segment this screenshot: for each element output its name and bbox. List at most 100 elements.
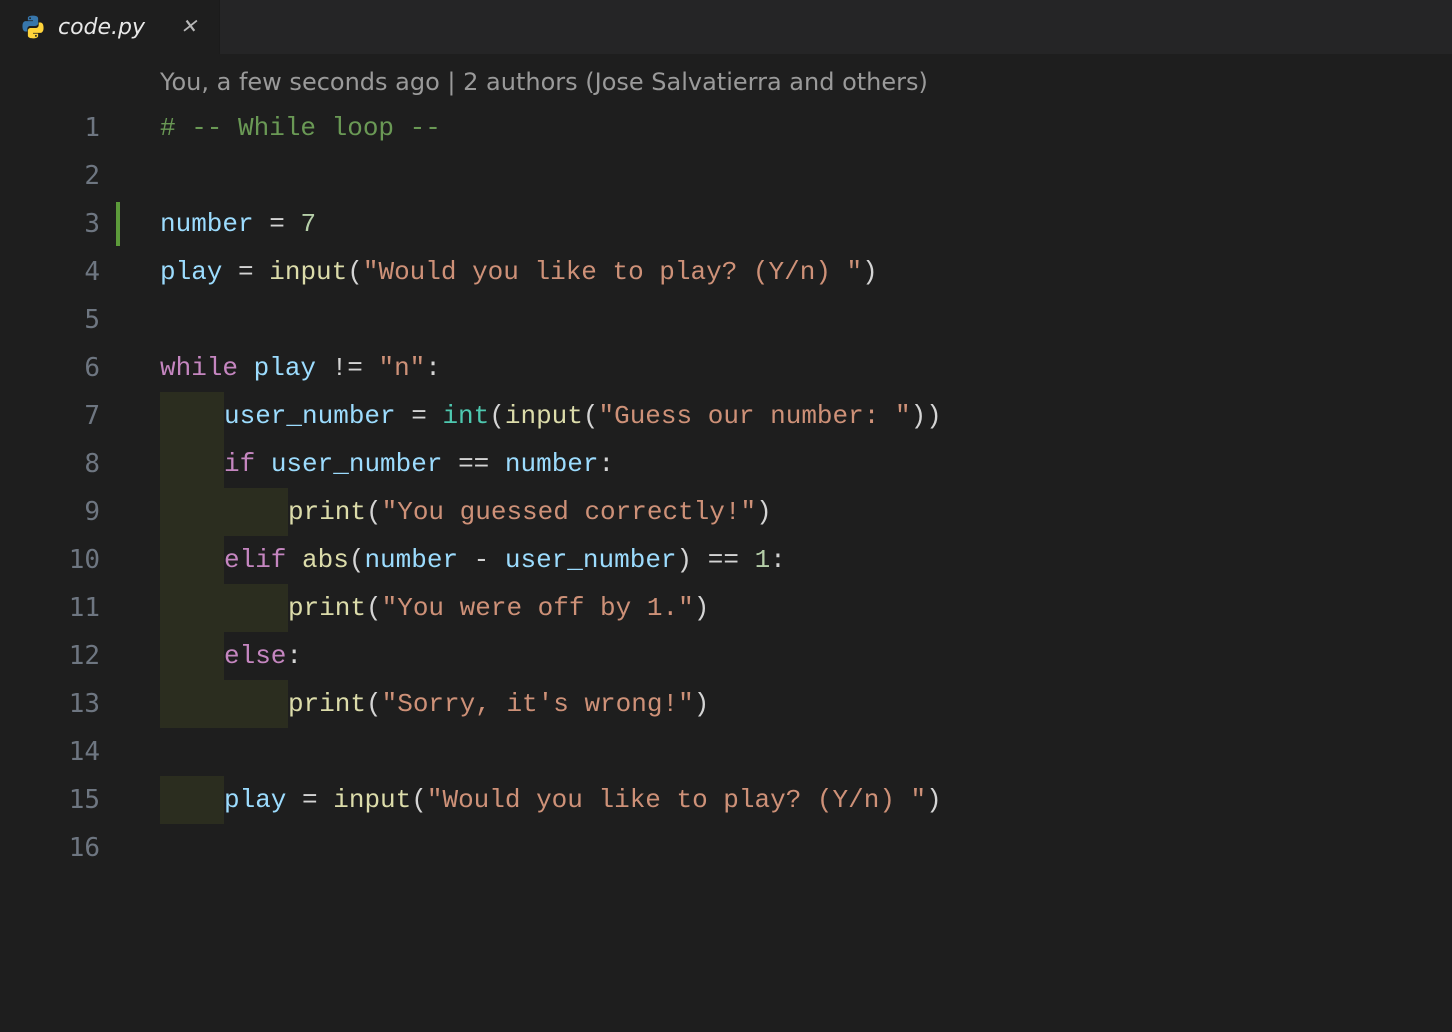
paren: ) (694, 680, 710, 728)
space (255, 440, 271, 488)
operator: - (458, 536, 505, 584)
operator: == (442, 440, 504, 488)
line-number: 9 (0, 488, 120, 536)
code-line[interactable]: 3 number = 7 (0, 200, 1452, 248)
builtin-func: abs (302, 536, 349, 584)
line-number: 15 (0, 776, 120, 824)
code-line[interactable]: 6 while play != "n": (0, 344, 1452, 392)
code-line[interactable]: 13 print("Sorry, it's wrong!") (0, 680, 1452, 728)
operator: = (222, 248, 269, 296)
builtin-type: int (442, 392, 489, 440)
paren: ) (694, 584, 710, 632)
line-number: 4 (0, 248, 120, 296)
operator: = (396, 392, 443, 440)
diff-highlight (160, 392, 224, 440)
identifier: play (224, 776, 286, 824)
operator: == (692, 536, 754, 584)
code-line[interactable]: 14 (0, 728, 1452, 776)
code-line[interactable]: 16 (0, 824, 1452, 872)
builtin-func: input (505, 392, 583, 440)
paren: ( (411, 776, 427, 824)
codelens-annotation[interactable]: You, a few seconds ago | 2 authors (Jose… (0, 54, 1452, 102)
diff-highlight (160, 776, 224, 824)
code-line[interactable]: 5 (0, 296, 1452, 344)
string-literal: "Would you like to play? (Y/n) " (427, 776, 926, 824)
paren: ( (366, 584, 382, 632)
identifier: user_number (271, 440, 443, 488)
keyword: while (160, 344, 238, 392)
code-line[interactable]: 9 print("You guessed correctly!") (0, 488, 1452, 536)
paren: ( (583, 392, 599, 440)
paren: ( (366, 488, 382, 536)
builtin-func: input (269, 248, 347, 296)
paren: ) (756, 488, 772, 536)
code-line[interactable]: 8 if user_number == number: (0, 440, 1452, 488)
tab-code-py[interactable]: code.py ✕ (0, 0, 220, 54)
identifier: number (160, 200, 254, 248)
code-line[interactable]: 2 (0, 152, 1452, 200)
paren: ) (862, 248, 878, 296)
close-icon[interactable]: ✕ (180, 17, 197, 37)
operator: != (316, 344, 378, 392)
string-literal: "Would you like to play? (Y/n) " (363, 248, 862, 296)
identifier: user_number (505, 536, 677, 584)
line-number: 16 (0, 824, 120, 872)
diff-highlight (160, 488, 288, 536)
space (238, 344, 254, 392)
code-line[interactable]: 11 print("You were off by 1.") (0, 584, 1452, 632)
line-number: 11 (0, 584, 120, 632)
paren: ( (349, 536, 365, 584)
line-number: 6 (0, 344, 120, 392)
code-line[interactable]: 10 elif abs(number - user_number) == 1: (0, 536, 1452, 584)
identifier: number (505, 440, 599, 488)
paren: ( (366, 680, 382, 728)
line-number: 10 (0, 536, 120, 584)
string-literal: "You were off by 1." (382, 584, 694, 632)
code-line[interactable]: 15 play = input("Would you like to play?… (0, 776, 1452, 824)
code-editor[interactable]: 1 # -- While loop -- 2 3 number = 7 4 pl… (0, 102, 1452, 872)
builtin-func: print (288, 488, 366, 536)
colon: : (425, 344, 441, 392)
code-line[interactable]: 4 play = input("Would you like to play? … (0, 248, 1452, 296)
diff-highlight (160, 632, 224, 680)
code-line[interactable]: 1 # -- While loop -- (0, 104, 1452, 152)
paren: ) (926, 776, 942, 824)
tab-filename: code.py (58, 15, 145, 40)
identifier: number (364, 536, 458, 584)
diff-highlight (160, 680, 288, 728)
number-literal: 7 (300, 200, 316, 248)
tab-bar: code.py ✕ (0, 0, 1452, 54)
line-number: 14 (0, 728, 120, 776)
colon: : (770, 536, 786, 584)
builtin-func: print (288, 584, 366, 632)
paren: ( (347, 248, 363, 296)
line-number: 1 (0, 104, 120, 152)
diff-highlight (160, 536, 224, 584)
line-number: 13 (0, 680, 120, 728)
line-number: 5 (0, 296, 120, 344)
paren: ( (489, 392, 505, 440)
line-number: 2 (0, 152, 120, 200)
keyword: if (224, 440, 255, 488)
diff-highlight (160, 440, 224, 488)
builtin-func: print (288, 680, 366, 728)
string-literal: "Guess our number: " (599, 392, 911, 440)
colon: : (599, 440, 615, 488)
diff-highlight (160, 584, 288, 632)
line-number: 8 (0, 440, 120, 488)
code-line[interactable]: 7 user_number = int(input("Guess our num… (0, 392, 1452, 440)
string-literal: "You guessed correctly!" (382, 488, 756, 536)
line-number: 12 (0, 632, 120, 680)
number-literal: 1 (755, 536, 771, 584)
comment-token: # -- While loop -- (160, 104, 441, 152)
python-icon (20, 14, 46, 40)
identifier: play (160, 248, 222, 296)
line-number: 3 (0, 200, 120, 248)
code-line[interactable]: 12 else: (0, 632, 1452, 680)
keyword: else (224, 632, 286, 680)
operator: = (254, 200, 301, 248)
identifier: play (254, 344, 316, 392)
keyword: elif (224, 536, 286, 584)
string-literal: "Sorry, it's wrong!" (382, 680, 694, 728)
operator: = (286, 776, 333, 824)
